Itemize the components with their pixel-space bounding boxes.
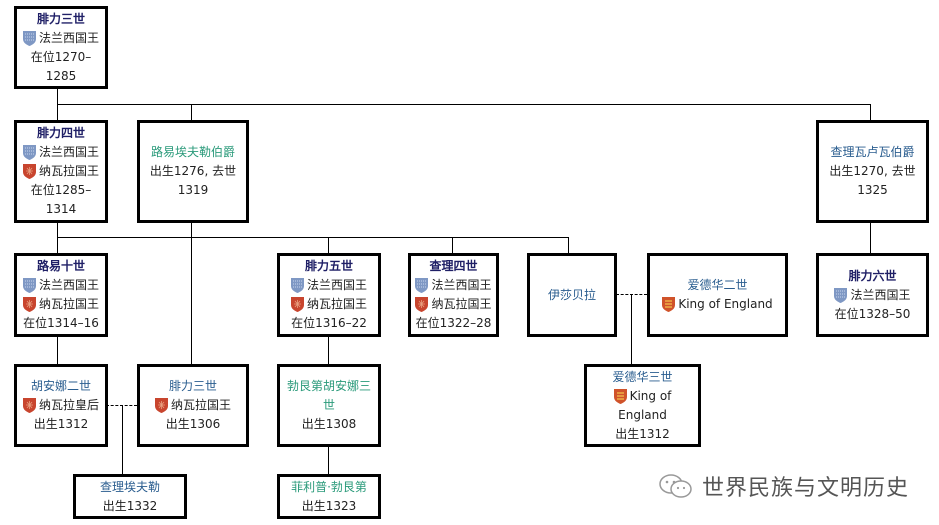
reign-text: 在位1322–28	[415, 316, 492, 330]
reign-text: 1285	[45, 68, 77, 83]
node-name[interactable]: 菲利普·勃艮第	[291, 478, 367, 497]
reign-text: 在位1314–16	[23, 316, 99, 330]
title-navarre: 纳瓦拉国王	[306, 297, 367, 311]
connector-line	[57, 104, 58, 120]
navarre-shield-icon	[22, 398, 36, 413]
node-name[interactable]: 腓力五世	[305, 257, 353, 276]
connector-line	[57, 336, 58, 364]
node-charles4[interactable]: 查理四世 法兰西国王 纳瓦拉国王 在位1322–28	[408, 253, 499, 337]
connector-line	[328, 237, 329, 253]
node-name[interactable]: 勃艮第胡安娜三世	[283, 377, 375, 415]
title-france: 法兰西国王	[431, 278, 492, 292]
title-navarre-queen: 纳瓦拉皇后	[38, 398, 99, 412]
node-philip4[interactable]: 腓力四世 法兰西国王 纳瓦拉国王 在位1285– 1314	[14, 120, 108, 223]
title-england: King of England	[678, 297, 773, 311]
title-france: 法兰西国王	[38, 30, 99, 45]
node-name[interactable]: 伊莎贝拉	[548, 286, 596, 305]
node-philip5[interactable]: 腓力五世 法兰西国王 纳瓦拉国王 在位1316–22	[277, 253, 381, 337]
node-philip-burgundy[interactable]: 菲利普·勃艮第 出生1323	[277, 474, 381, 519]
england-shield-icon	[662, 297, 676, 312]
connector-line	[870, 222, 871, 253]
france-shield-icon	[290, 278, 304, 293]
title-navarre: 纳瓦拉国王	[38, 297, 99, 311]
node-name[interactable]: 查理四世	[429, 257, 477, 276]
title-france: 法兰西国王	[306, 278, 367, 292]
connector-line	[57, 104, 871, 105]
title-england-b: England	[618, 407, 667, 422]
connector-line	[191, 104, 192, 120]
navarre-shield-icon	[290, 297, 304, 312]
node-name[interactable]: 腓力三世	[169, 377, 217, 396]
title-england-a: King of	[629, 388, 672, 403]
navarre-shield-icon	[154, 398, 168, 413]
connector-line	[328, 446, 329, 474]
life-text: 出生1306	[165, 417, 221, 431]
node-name[interactable]: 腓力四世	[37, 124, 85, 143]
node-name[interactable]: 胡安娜二世	[31, 377, 91, 396]
connector-line	[328, 336, 329, 364]
node-edward3[interactable]: 爱德华三世 King of England 出生1312	[584, 364, 701, 447]
life-text: 出生1332	[102, 498, 158, 513]
node-philip6[interactable]: 腓力六世 法兰西国王 在位1328–50	[816, 253, 929, 337]
navarre-shield-icon	[22, 297, 36, 312]
connector-line	[57, 88, 58, 104]
reign-text: 在位1316–22	[291, 316, 367, 330]
connector-line	[452, 237, 453, 253]
reign-text: 在位1270–	[30, 49, 92, 64]
connector-line	[191, 222, 192, 364]
node-isabella[interactable]: 伊莎贝拉	[527, 253, 617, 337]
node-louis-evreux[interactable]: 路易埃夫勒伯爵 出生1276, 去世 1319	[137, 120, 249, 223]
wechat-icon	[659, 474, 692, 498]
node-joan2[interactable]: 胡安娜二世 纳瓦拉皇后 出生1312	[14, 364, 108, 447]
connector-line	[631, 294, 632, 364]
life-text: 出生1312	[33, 417, 89, 431]
node-joan3-burgundy[interactable]: 勃艮第胡安娜三世 出生1308	[277, 364, 381, 447]
life-text: 出生1270, 去世	[829, 164, 916, 178]
reign-text: 1314	[45, 202, 77, 216]
title-france: 法兰西国王	[850, 287, 911, 302]
connector-line	[122, 405, 123, 474]
connector-line	[57, 237, 568, 238]
node-charles-valois[interactable]: 查理瓦卢瓦伯爵 出生1270, 去世 1325	[816, 120, 929, 223]
france-shield-icon	[22, 278, 36, 293]
node-louis10[interactable]: 路易十世 法兰西国王 纳瓦拉国王 在位1314–16	[14, 253, 108, 337]
connector-line	[568, 237, 569, 253]
life-text: 出生1308	[301, 417, 357, 431]
node-philip3-navarre[interactable]: 腓力三世 纳瓦拉国王 出生1306	[137, 364, 249, 447]
connector-line	[870, 104, 871, 120]
node-name[interactable]: 查理瓦卢瓦伯爵	[830, 143, 914, 162]
watermark-text: 世界民族与文明历史	[702, 476, 910, 501]
reign-text: 在位1328–50	[834, 306, 911, 321]
title-france: 法兰西国王	[38, 145, 99, 159]
title-navarre: 纳瓦拉国王	[431, 297, 492, 311]
life-text: 1325	[857, 183, 888, 197]
title-france: 法兰西国王	[38, 278, 99, 292]
life-text: 出生1323	[301, 498, 357, 513]
node-name[interactable]: 爱德华三世	[612, 368, 672, 387]
life-text: 1319	[177, 183, 209, 197]
node-name[interactable]: 腓力三世	[37, 10, 85, 29]
france-shield-icon	[22, 145, 36, 160]
france-shield-icon	[415, 278, 429, 293]
watermark: 世界民族与文明历史	[658, 470, 909, 502]
france-shield-icon	[22, 30, 36, 46]
england-shield-icon	[613, 388, 627, 404]
node-charles-evreux[interactable]: 查理埃夫勒 出生1332	[73, 474, 187, 519]
node-name[interactable]: 腓力六世	[848, 267, 896, 286]
life-text: 出生1276, 去世	[149, 164, 237, 178]
node-edward2[interactable]: 爱德华二世 King of England	[647, 253, 788, 337]
reign-text: 在位1285–	[30, 183, 92, 197]
node-name[interactable]: 路易十世	[37, 257, 85, 276]
navarre-shield-icon	[22, 164, 36, 179]
node-name[interactable]: 爱德华二世	[687, 276, 747, 295]
node-name[interactable]: 查理埃夫勒	[100, 478, 160, 497]
france-shield-icon	[834, 287, 848, 303]
life-text: 出生1312	[615, 426, 670, 441]
title-navarre: 纳瓦拉国王	[38, 164, 99, 178]
navarre-shield-icon	[415, 297, 429, 312]
title-navarre: 纳瓦拉国王	[170, 398, 231, 412]
node-name[interactable]: 路易埃夫勒伯爵	[151, 143, 235, 162]
node-philip3[interactable]: 腓力三世 法兰西国王 在位1270– 1285	[14, 6, 108, 89]
